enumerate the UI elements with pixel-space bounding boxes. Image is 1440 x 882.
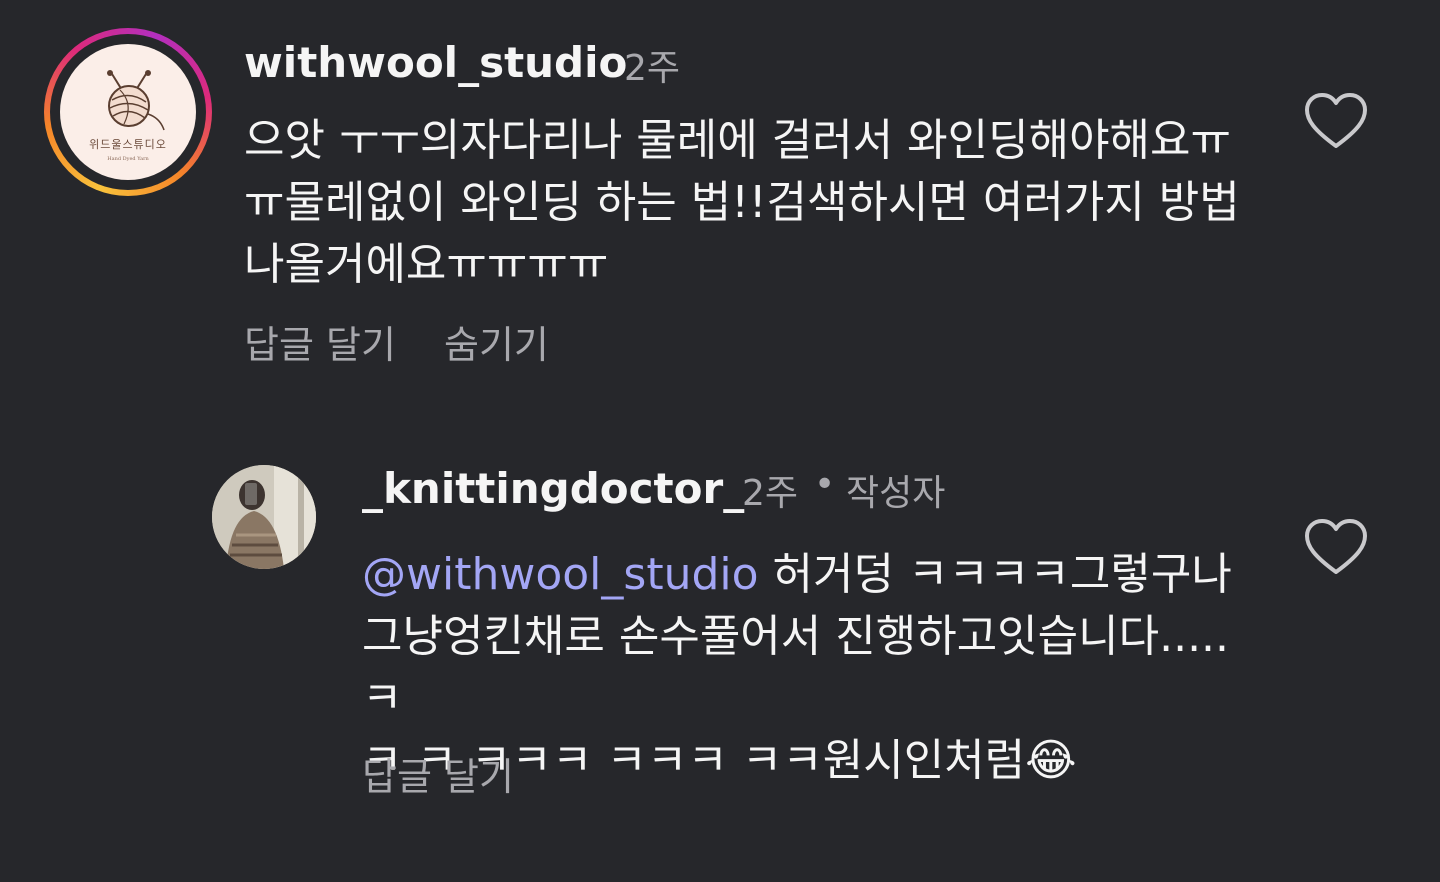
avatar-logo-caption: 위드울스튜디오 — [89, 138, 167, 151]
comment-text-segment: 허거덩 ㅋㅋㅋㅋ그렇구나 — [758, 549, 1232, 600]
comment-line: ㅠ물레없이 와인딩 하는 법!!검색하시면 여러가지 방법 — [244, 177, 1240, 228]
reply-button[interactable]: 답글 달기 — [244, 314, 396, 369]
comment-withwool-studio: 위드울스튜디오 Hand Dyed Yarn withwool_studio 2… — [0, 0, 1440, 400]
hide-replies-button[interactable]: 숨기기 — [444, 314, 549, 369]
heart-outline-icon[interactable] — [1304, 92, 1368, 150]
comment-line: 그냥엉킨채로 손수풀어서 진행하고잇습니다..... ㅋ — [362, 611, 1230, 724]
avatar[interactable] — [212, 465, 316, 569]
avatar[interactable]: 위드울스튜디오 Hand Dyed Yarn — [60, 44, 196, 180]
profile-photo-icon — [212, 465, 316, 569]
avatar-story-ring[interactable]: 위드울스튜디오 Hand Dyed Yarn — [44, 28, 212, 196]
reply-button[interactable]: 답글 달기 — [362, 746, 514, 801]
comment-line: @withwool_studio 허거덩 ㅋㅋㅋㅋ그렇구나 — [362, 544, 1262, 606]
author-badge: 작성자 — [846, 473, 946, 514]
comments-screen: 위드울스튜디오 Hand Dyed Yarn withwool_studio 2… — [0, 0, 1440, 882]
comment-knittingdoctor: _knittingdoctor_ 2주 • 작성자 @withwool_stud… — [0, 440, 1440, 882]
tears-of-joy-emoji-icon: 😂 — [1025, 735, 1077, 786]
meta-separator: • — [814, 464, 836, 505]
comment-line: 으앗 ㅜㅜ의자다리나 물레에 걸러서 와인딩해야해요ㅠ — [244, 115, 1231, 166]
comment-username[interactable]: withwool_studio — [244, 38, 627, 87]
mention-link[interactable]: @withwool_studio — [362, 549, 759, 600]
comment-timestamp: 2주 — [742, 473, 799, 514]
comment-username[interactable]: _knittingdoctor_ — [362, 464, 744, 513]
comment-timestamp: 2주 — [624, 48, 681, 89]
comment-line: 나올거에요ㅠㅠㅠㅠ — [244, 239, 609, 290]
comment-body: 으앗 ㅜㅜ의자다리나 물레에 걸러서 와인딩해야해요ㅠ ㅠ물레없이 와인딩 하는… — [244, 110, 1254, 296]
avatar-logo-subcaption: Hand Dyed Yarn — [107, 156, 149, 162]
heart-outline-icon[interactable] — [1304, 518, 1368, 576]
